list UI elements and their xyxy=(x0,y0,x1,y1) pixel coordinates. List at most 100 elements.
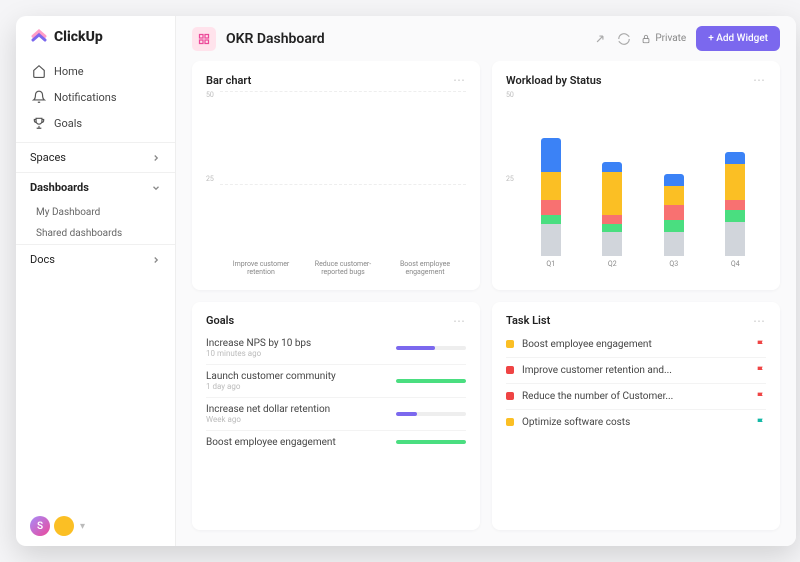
privacy-label: Private xyxy=(655,33,686,44)
app-window: ClickUp Home Notifications Goals Spaces … xyxy=(16,16,796,546)
section-label: Spaces xyxy=(30,151,66,164)
stack-bar[interactable] xyxy=(664,174,684,256)
stack-bar[interactable] xyxy=(725,152,745,255)
stack-segment xyxy=(725,222,745,256)
nav-label: Goals xyxy=(54,117,82,130)
goal-title: Launch customer community xyxy=(206,371,386,382)
chevron-right-icon xyxy=(151,255,161,265)
profile-more: ▾ xyxy=(80,521,85,532)
privacy-indicator[interactable]: Private xyxy=(641,33,686,44)
bell-icon xyxy=(32,90,46,104)
stack-label: Q1 xyxy=(546,260,555,278)
task-label: Optimize software costs xyxy=(522,417,748,428)
card-menu-icon[interactable]: ⋯ xyxy=(453,73,466,87)
goal-progress xyxy=(396,346,466,350)
sidebar-item-shared-dashboards[interactable]: Shared dashboards xyxy=(16,223,175,244)
flag-icon[interactable] xyxy=(756,365,766,375)
expand-icon[interactable] xyxy=(593,32,607,46)
nav-goals[interactable]: Goals xyxy=(22,110,169,136)
stack-segment xyxy=(541,215,561,225)
topbar: OKR Dashboard Private + Add Widget xyxy=(176,16,796,61)
goal-title: Boost employee engagement xyxy=(206,437,386,448)
card-goals: Goals ⋯ Increase NPS by 10 bps10 minutes… xyxy=(192,302,480,531)
chevron-down-icon xyxy=(151,183,161,193)
stack-label: Q3 xyxy=(669,260,678,278)
sidebar-item-my-dashboard[interactable]: My Dashboard xyxy=(16,202,175,223)
card-title: Workload by Status xyxy=(506,74,602,87)
stack-segment xyxy=(602,215,622,225)
stack-segment xyxy=(602,224,622,231)
stack-bar[interactable] xyxy=(541,138,561,256)
stack-segment xyxy=(725,210,745,222)
goal-row[interactable]: Boost employee engagement xyxy=(206,431,466,454)
bar-column: Improve customer retention xyxy=(231,256,291,278)
card-title: Goals xyxy=(206,314,234,327)
stack-segment xyxy=(664,232,684,256)
card-menu-icon[interactable]: ⋯ xyxy=(453,314,466,328)
nav-label: Notifications xyxy=(54,91,117,104)
sidebar: ClickUp Home Notifications Goals Spaces … xyxy=(16,16,176,546)
widget-grid: Bar chart ⋯ 50 25 Improve customer re xyxy=(176,61,796,546)
stack-segment xyxy=(541,224,561,255)
add-widget-button[interactable]: + Add Widget xyxy=(696,26,780,51)
task-row[interactable]: Optimize software costs xyxy=(506,410,766,435)
task-list: Boost employee engagement Improve custome… xyxy=(506,332,766,435)
nav-home[interactable]: Home xyxy=(22,58,169,84)
stack-segment xyxy=(664,174,684,186)
stack-segment xyxy=(602,232,622,256)
task-row[interactable]: Reduce the number of Customer... xyxy=(506,384,766,410)
card-tasks: Task List ⋯ Boost employee engagement Imp… xyxy=(492,302,780,531)
stack-segment xyxy=(541,200,561,214)
goal-title: Increase net dollar retention xyxy=(206,404,386,415)
task-row[interactable]: Boost employee engagement xyxy=(506,332,766,358)
card-menu-icon[interactable]: ⋯ xyxy=(753,73,766,87)
sidebar-section-docs[interactable]: Docs xyxy=(16,244,175,274)
stack-segment xyxy=(541,172,561,201)
section-label: Dashboards xyxy=(30,181,89,194)
brand-name: ClickUp xyxy=(54,29,103,45)
flag-icon[interactable] xyxy=(756,339,766,349)
y-axis: 50 25 xyxy=(206,91,220,278)
avatar xyxy=(54,516,74,536)
task-row[interactable]: Improve customer retention and... xyxy=(506,358,766,384)
avatar: S xyxy=(30,516,50,536)
page-title: OKR Dashboard xyxy=(226,31,325,47)
goal-progress xyxy=(396,440,466,444)
goals-list: Increase NPS by 10 bps10 minutes agoLaun… xyxy=(206,332,466,454)
task-label: Improve customer retention and... xyxy=(522,365,748,376)
goal-row[interactable]: Launch customer community1 day ago xyxy=(206,365,466,398)
goal-row[interactable]: Increase net dollar retentionWeek ago xyxy=(206,398,466,431)
card-title: Task List xyxy=(506,314,550,327)
bar-label: Improve customer retention xyxy=(231,260,291,278)
status-square-icon xyxy=(506,418,514,426)
dashboard-icon xyxy=(192,27,216,51)
stack-bar[interactable] xyxy=(602,162,622,256)
stack-label: Q2 xyxy=(608,260,617,278)
main-panel: OKR Dashboard Private + Add Widget Bar c… xyxy=(176,16,796,546)
profile-stack[interactable]: S ▾ xyxy=(16,506,175,546)
goal-row[interactable]: Increase NPS by 10 bps10 minutes ago xyxy=(206,332,466,365)
stack-label: Q4 xyxy=(731,260,740,278)
status-square-icon xyxy=(506,392,514,400)
trophy-icon xyxy=(32,116,46,130)
goal-time: Week ago xyxy=(206,415,386,424)
sidebar-section-dashboards[interactable]: Dashboards xyxy=(16,172,175,202)
stack-column: Q4 xyxy=(710,152,760,277)
goal-progress xyxy=(396,379,466,383)
home-icon xyxy=(32,64,46,78)
chevron-right-icon xyxy=(151,153,161,163)
logo[interactable]: ClickUp xyxy=(16,16,175,58)
stack-column: Q3 xyxy=(649,174,699,278)
nav-notifications[interactable]: Notifications xyxy=(22,84,169,110)
sidebar-section-spaces[interactable]: Spaces xyxy=(16,142,175,172)
status-square-icon xyxy=(506,340,514,348)
sidebar-nav: Home Notifications Goals xyxy=(16,58,175,136)
flag-icon[interactable] xyxy=(756,391,766,401)
lock-icon xyxy=(641,34,651,44)
refresh-icon[interactable] xyxy=(617,32,631,46)
section-label: Docs xyxy=(30,253,55,266)
card-menu-icon[interactable]: ⋯ xyxy=(753,314,766,328)
stack-segment xyxy=(725,200,745,210)
flag-icon[interactable] xyxy=(756,417,766,427)
stack-segment xyxy=(602,172,622,215)
